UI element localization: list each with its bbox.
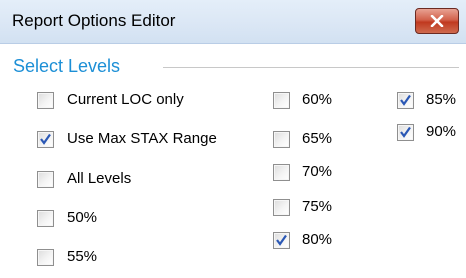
- checkbox-level-60[interactable]: [273, 91, 290, 109]
- checkbox-level-65[interactable]: [273, 130, 290, 148]
- option-label: 55%: [67, 248, 98, 265]
- checkmark-icon: [276, 234, 287, 246]
- checkbox-level-70[interactable]: [273, 163, 290, 181]
- option-level-70[interactable]: 70%: [273, 161, 332, 183]
- option-label: Current LOC only: [67, 91, 184, 108]
- checkbox-level-55[interactable]: [37, 248, 54, 266]
- option-level-85[interactable]: 85%: [397, 89, 456, 111]
- checkmark-icon: [400, 126, 411, 138]
- option-label: 65%: [302, 130, 333, 147]
- option-level-90[interactable]: 90%: [397, 121, 456, 143]
- option-label: 90%: [426, 123, 457, 140]
- option-level-80[interactable]: 80%: [273, 229, 332, 251]
- close-x-icon: [430, 15, 444, 27]
- checkbox-level-50[interactable]: [37, 209, 54, 227]
- checkbox-use-max-stax-range[interactable]: [37, 130, 54, 148]
- option-label: 50%: [67, 209, 98, 226]
- title-bar: Report Options Editor: [0, 0, 466, 44]
- option-label: Use Max STAX Range: [67, 130, 217, 147]
- checkmark-icon: [400, 94, 411, 106]
- option-level-50[interactable]: 50%: [37, 207, 97, 229]
- option-label: All Levels: [67, 170, 132, 187]
- option-level-65[interactable]: 65%: [273, 128, 332, 150]
- option-label: 80%: [302, 231, 333, 248]
- checkmark-icon: [40, 133, 51, 145]
- option-level-60[interactable]: 60%: [273, 89, 332, 111]
- option-level-55[interactable]: 55%: [37, 246, 97, 268]
- window-title: Report Options Editor: [12, 11, 176, 30]
- checkbox-level-75[interactable]: [273, 198, 290, 216]
- option-label: 85%: [426, 91, 457, 108]
- option-use-max-stax-range[interactable]: Use Max STAX Range: [37, 128, 217, 150]
- close-button[interactable]: [415, 8, 459, 34]
- option-label: 60%: [302, 91, 333, 108]
- group-title-select-levels: Select Levels: [13, 56, 121, 76]
- checkbox-level-90[interactable]: [397, 123, 414, 141]
- checkbox-level-85[interactable]: [397, 91, 414, 109]
- option-label: 75%: [302, 198, 333, 215]
- option-all-levels[interactable]: All Levels: [37, 168, 131, 190]
- option-label: 70%: [302, 163, 333, 180]
- checkbox-current-loc-only[interactable]: [37, 91, 54, 109]
- option-level-75[interactable]: 75%: [273, 196, 332, 218]
- checkbox-all-levels[interactable]: [37, 170, 54, 188]
- checkbox-level-80[interactable]: [273, 231, 290, 249]
- group-divider: [163, 67, 459, 68]
- option-current-loc-only[interactable]: Current LOC only: [37, 89, 184, 111]
